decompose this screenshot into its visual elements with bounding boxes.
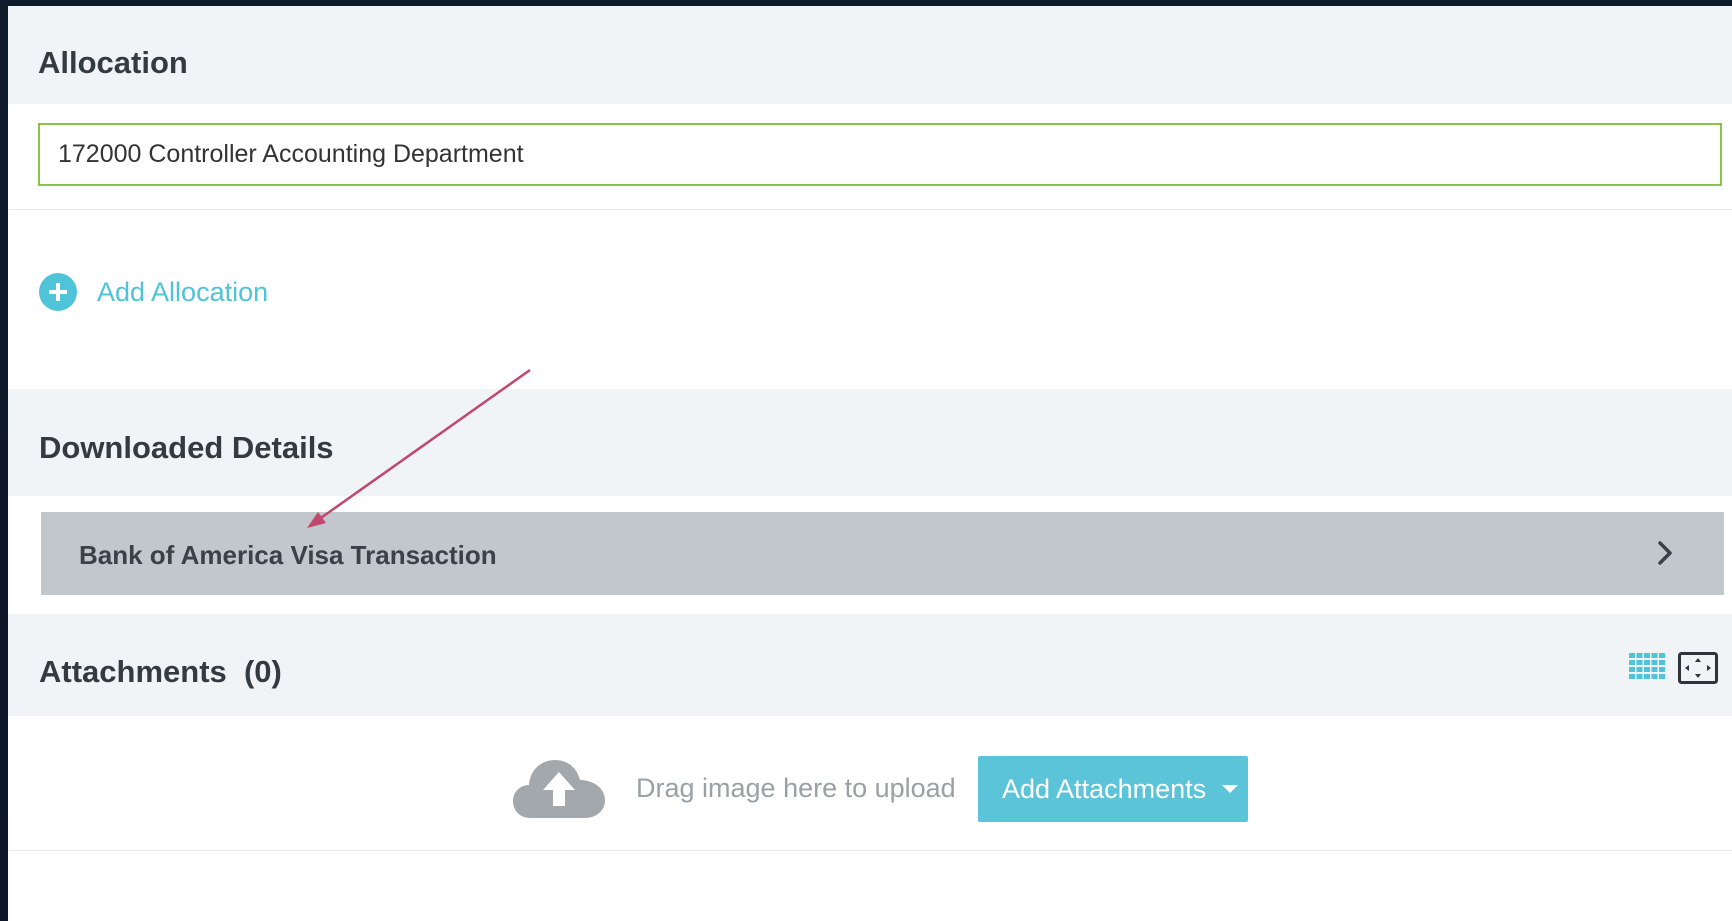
divider [8, 209, 1732, 210]
allocation-field[interactable]: 172000 Controller Accounting Department [38, 123, 1722, 186]
drag-upload-text: Drag image here to upload [636, 773, 956, 803]
add-allocation-button[interactable]: Add Allocation [39, 272, 268, 312]
allocation-header: Allocation [8, 6, 1732, 104]
allocation-title: Allocation [38, 45, 188, 80]
attachments-title: Attachments (0) [39, 654, 282, 689]
add-allocation-label: Add Allocation [97, 276, 269, 307]
add-attachments-button[interactable]: Add Attachments [978, 756, 1248, 822]
downloaded-details-title: Downloaded Details [39, 430, 334, 465]
fullscreen-icon[interactable] [1678, 652, 1718, 684]
divider [8, 850, 1732, 851]
chevron-right-icon [1658, 541, 1672, 565]
bank-transaction-row[interactable]: Bank of America Visa Transaction [41, 512, 1724, 595]
main-panel: Allocation 172000 Controller Accounting … [8, 6, 1732, 921]
plus-circle-icon [39, 273, 77, 311]
grid-view-icon[interactable] [1629, 653, 1665, 680]
attachments-header: Attachments (0) [8, 614, 1732, 716]
cloud-upload-icon [513, 760, 605, 818]
bank-transaction-label: Bank of America Visa Transaction [79, 540, 497, 570]
caret-down-icon [1222, 785, 1239, 793]
downloaded-details-header: Downloaded Details [8, 389, 1732, 496]
add-attachments-label: Add Attachments [1002, 773, 1207, 804]
upload-dropzone[interactable]: Drag image here to upload Add Attachment… [8, 716, 1732, 856]
